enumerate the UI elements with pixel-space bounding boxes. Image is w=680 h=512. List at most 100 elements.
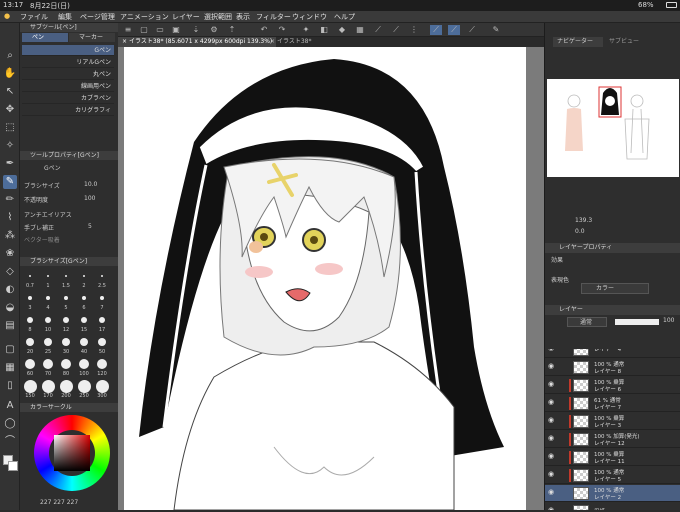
prop-brush-size-value[interactable]: 10.0 <box>84 181 97 188</box>
canvas-paper[interactable] <box>124 47 526 511</box>
import-icon[interactable]: ⇣ <box>190 25 202 35</box>
rotate-value[interactable]: 0.0 <box>575 228 585 235</box>
brush-size-dot[interactable] <box>80 316 88 324</box>
brush-icon[interactable]: ⌇ <box>3 211 17 225</box>
app-logo-icon[interactable]: ● <box>4 12 10 20</box>
brush-size-dot[interactable] <box>25 337 35 347</box>
visibility-eye-icon[interactable]: ◉ <box>548 362 554 370</box>
menu-layer[interactable]: レイヤー <box>172 12 200 22</box>
layer-row[interactable]: ◉ 100 % 乗算 レイヤー 6 <box>545 377 680 394</box>
edit-icon[interactable]: ✎ <box>490 25 502 35</box>
brush-size-dot[interactable] <box>77 379 91 393</box>
brush-size-dot[interactable] <box>29 275 31 277</box>
menu-help[interactable]: ヘルプ <box>334 12 355 22</box>
pencil-icon[interactable]: ✏ <box>3 193 17 207</box>
layer-row[interactable]: ◉ 用紙 <box>545 503 680 510</box>
brush-size-dot[interactable] <box>59 379 73 393</box>
opacity-value[interactable]: 100 <box>663 317 674 324</box>
ruler-icon[interactable]: ▯ <box>3 379 17 393</box>
snap-off-icon[interactable]: ⟋ <box>372 25 384 35</box>
menu-window[interactable]: ウィンドウ <box>292 12 327 22</box>
eyedropper-icon[interactable]: ✒ <box>3 157 17 171</box>
visibility-eye-icon[interactable]: ◉ <box>548 488 554 496</box>
navigator-preview[interactable] <box>547 79 679 177</box>
correct-line-icon[interactable]: ⌒ <box>3 435 17 449</box>
visibility-eye-icon[interactable]: ◉ <box>548 506 554 510</box>
brush-size-dot[interactable] <box>42 358 54 370</box>
operation-icon[interactable]: ↖ <box>3 85 17 99</box>
brush-size-dot[interactable] <box>78 358 90 370</box>
brush-size-dot[interactable] <box>81 295 87 301</box>
settings-icon[interactable]: ⚙ <box>208 25 220 35</box>
zoom-value[interactable]: 139.3 <box>575 217 592 224</box>
tab-illustration-38-alt[interactable]: × イラスト38* <box>266 37 315 47</box>
menu-selection[interactable]: 選択範囲 <box>204 12 232 22</box>
tab-marker[interactable]: マーカー <box>69 33 115 42</box>
redo-icon[interactable]: ↷ <box>276 25 288 35</box>
brush-size-dot[interactable] <box>24 358 36 370</box>
prop-opacity-value[interactable]: 100 <box>84 195 95 202</box>
tab-illustration-38[interactable]: × イラスト38* (85.6071 x 4299px 600dpi 139.3… <box>118 37 277 47</box>
brush-size-dot[interactable] <box>26 316 34 324</box>
layer-row[interactable]: ◉ 100 % 通常 レイヤー 5 <box>545 467 680 484</box>
blend-icon[interactable]: ◐ <box>3 283 17 297</box>
balloon-icon[interactable]: ◯ <box>3 417 17 431</box>
brush-size-dot[interactable] <box>83 275 85 277</box>
visibility-eye-icon[interactable]: ◉ <box>548 452 554 460</box>
zoom-icon[interactable]: ⌕ <box>3 49 17 63</box>
layer-row[interactable]: ◉ 100 % 通常 レイヤー 8 <box>545 359 680 376</box>
brush-size-dot[interactable] <box>96 358 108 370</box>
brush-size-dot[interactable] <box>43 337 53 347</box>
layer-row[interactable]: ◉ 61 % 通常 レイヤー 7 <box>545 395 680 412</box>
tab-subview[interactable]: サブビュー <box>605 37 645 47</box>
eraser-icon[interactable]: ◇ <box>3 265 17 279</box>
brush-lineart-pen[interactable]: 線画用ペン <box>22 81 114 92</box>
menu-filter[interactable]: フィルター <box>256 12 291 22</box>
brush-size-dot[interactable] <box>99 295 105 301</box>
menu-file[interactable]: ファイル <box>20 12 48 22</box>
decoration-icon[interactable]: ❀ <box>3 247 17 261</box>
brush-size-dot[interactable] <box>27 295 33 301</box>
bucket-icon[interactable]: ◆ <box>336 25 348 35</box>
deselect-icon[interactable]: ▦ <box>354 25 366 35</box>
fill-bucket-icon[interactable]: ◒ <box>3 301 17 315</box>
stroke-2-icon[interactable]: ⟋ <box>448 25 460 35</box>
brush-size-dot[interactable] <box>61 337 71 347</box>
brush-maru-pen[interactable]: 丸ペン <box>22 69 114 80</box>
visibility-eye-icon[interactable]: ◉ <box>548 398 554 406</box>
text-icon[interactable]: A <box>3 399 17 413</box>
sub-color-swatch[interactable] <box>8 461 18 471</box>
brush-size-dot[interactable] <box>65 275 67 277</box>
brush-size-dot[interactable] <box>79 337 89 347</box>
tab-pen[interactable]: ペン <box>22 33 68 42</box>
prop-stabilization-value[interactable]: 5 <box>88 223 92 230</box>
menu-icon[interactable]: ≡ <box>122 25 134 35</box>
menu-view[interactable]: 表示 <box>236 12 250 22</box>
layer-row[interactable]: ◉ レイヤー 4 <box>545 349 680 358</box>
visibility-eye-icon[interactable]: ◉ <box>548 470 554 478</box>
hand-icon[interactable]: ✋ <box>3 67 17 81</box>
brush-size-dot[interactable] <box>23 379 37 393</box>
clear-icon[interactable]: ✦ <box>300 25 312 35</box>
new-icon[interactable]: ▢ <box>138 25 150 35</box>
visibility-eye-icon[interactable]: ◉ <box>548 380 554 388</box>
export-icon[interactable]: ⇡ <box>226 25 238 35</box>
brush-size-dot[interactable] <box>101 275 103 277</box>
menu-page[interactable]: ページ管理 <box>80 12 115 22</box>
brush-size-dot[interactable] <box>45 295 51 301</box>
selection-icon[interactable]: ⬚ <box>3 121 17 135</box>
frame-icon[interactable]: ▦ <box>3 361 17 375</box>
express-color-select[interactable]: カラー <box>581 283 649 294</box>
move-layer-icon[interactable]: ✥ <box>3 103 17 117</box>
gradient-icon[interactable]: ▤ <box>3 319 17 333</box>
stroke-3-icon[interactable]: ⟋ <box>466 25 478 35</box>
fill-icon[interactable]: ◧ <box>318 25 330 35</box>
visibility-eye-icon[interactable]: ◉ <box>548 434 554 442</box>
snap-ruler-icon[interactable]: ⟋ <box>390 25 402 35</box>
brush-calligraphy[interactable]: カリグラフィ <box>22 105 114 116</box>
layer-row[interactable]: ◉ 100 % 通常 レイヤー 2 <box>545 485 680 502</box>
visibility-eye-icon[interactable]: ◉ <box>548 349 554 352</box>
menu-edit[interactable]: 編集 <box>58 12 72 22</box>
visibility-eye-icon[interactable]: ◉ <box>548 416 554 424</box>
color-square[interactable] <box>54 435 90 471</box>
